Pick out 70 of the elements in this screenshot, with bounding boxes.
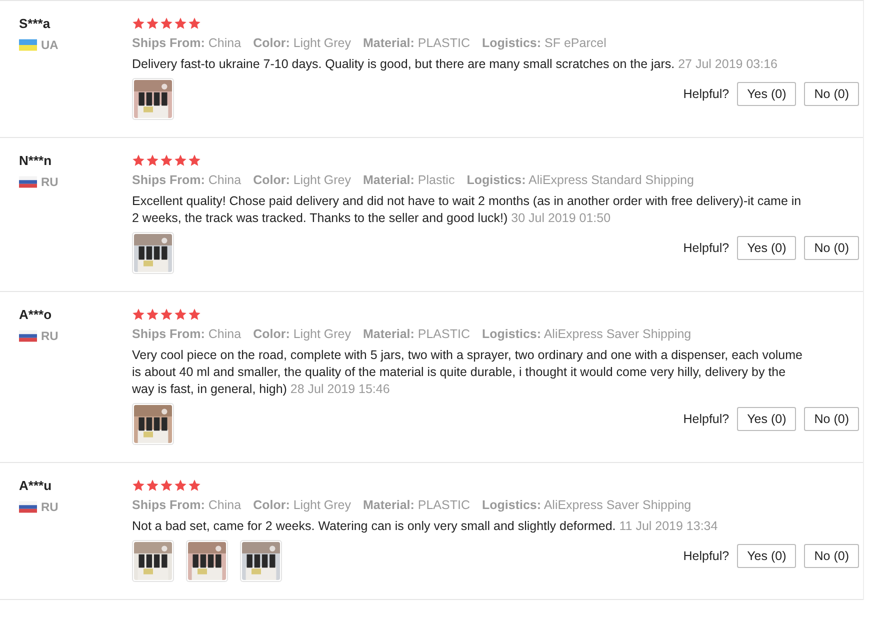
- yes-button[interactable]: Yes (0): [737, 82, 796, 106]
- star-icon: [146, 308, 159, 320]
- star-icon: [132, 154, 145, 166]
- flag-icon: [19, 501, 37, 513]
- star-icon: [174, 308, 187, 320]
- star-icon: [160, 154, 173, 166]
- star-icon: [188, 478, 201, 492]
- country-code: UA: [41, 38, 58, 52]
- yes-button[interactable]: Yes (0): [737, 236, 796, 260]
- review-text: Very cool piece on the road, complete with 5 jars, two with a sprayer, two ordinary and one with a dispenser, each volume is about 40 ml and smaller, the quality of the material is quite durable, i thought it would come very hilly, delivery by the way is fast, in general, high) 28 Jul 2019 15:46: [132, 347, 804, 398]
- country-code: RU: [41, 175, 58, 189]
- attribute-text: Color: Light Grey: [253, 498, 352, 512]
- photo-thumbnail[interactable]: [132, 232, 174, 274]
- photo-thumbnail[interactable]: [132, 78, 174, 120]
- helpful-label: Helpful?: [683, 549, 730, 563]
- attribute-text: Material: PLASTIC: [363, 36, 470, 50]
- attribute-text: Material: Plastic: [363, 173, 455, 187]
- photo-thumbnail[interactable]: [132, 403, 174, 445]
- star-icon: [188, 308, 201, 320]
- attribute-text: Ships From: China: [132, 327, 242, 341]
- helpful-label: Helpful?: [683, 87, 730, 101]
- user-name: S***a: [19, 16, 52, 31]
- star-icon: [174, 154, 187, 166]
- user-name: N***n: [19, 153, 53, 168]
- attribute-text: Logistics: AliExpress Saver Shipping: [482, 498, 692, 512]
- yes-button[interactable]: Yes (0): [737, 544, 796, 568]
- photo-thumbnail[interactable]: [132, 540, 174, 582]
- flag-icon: [19, 176, 37, 188]
- country-code: RU: [41, 329, 58, 343]
- no-button[interactable]: No (0): [804, 407, 859, 431]
- helpful-label: Helpful?: [683, 412, 730, 426]
- star-icon: [132, 308, 145, 320]
- star-icon: [174, 16, 187, 30]
- flag-icon: [19, 39, 37, 51]
- star-icon: [160, 16, 173, 30]
- attribute-text: Material: PLASTIC: [363, 498, 470, 512]
- attribute-text: Color: Light Grey: [253, 327, 352, 341]
- star-icon: [174, 478, 187, 492]
- star-icon: [132, 16, 145, 30]
- helpful-label: Helpful?: [683, 241, 730, 255]
- star-icon: [188, 154, 201, 166]
- attribute-text: Logistics: AliExpress Saver Shipping: [482, 327, 692, 341]
- star-icon: [160, 478, 173, 492]
- attribute-text: Ships From: China: [132, 498, 242, 512]
- star-icon: [188, 16, 201, 30]
- no-button[interactable]: No (0): [804, 544, 859, 568]
- star-icon: [146, 16, 159, 30]
- star-icon: [160, 308, 173, 320]
- star-icon: [146, 154, 159, 166]
- country-code: RU: [41, 500, 58, 514]
- flag-icon: [19, 330, 37, 342]
- user-name: A***u: [19, 478, 53, 493]
- review-text: Not a bad set, came for 2 weeks. Watering can is only very small and slightly deformed. 11 Jul 2019 13:34: [132, 518, 719, 535]
- attribute-text: Material: PLASTIC: [363, 327, 470, 341]
- no-button[interactable]: No (0): [804, 236, 859, 260]
- review-text: Excellent quality! Chose paid delivery and did not have to wait 2 months (as in another order with free delivery)-it came in 2 weeks, the track was tracked. Thanks to the seller and good luck!) 30 Jul 2019 01:50: [132, 193, 802, 227]
- star-icon: [146, 478, 159, 492]
- attribute-text: Logistics: SF eParcel: [482, 36, 606, 50]
- photo-thumbnail[interactable]: [240, 540, 282, 582]
- attribute-text: Color: Light Grey: [253, 36, 352, 50]
- user-name: A***o: [19, 307, 53, 322]
- attribute-text: Logistics: AliExpress Standard Shipping: [466, 173, 694, 187]
- attribute-text: Ships From: China: [132, 173, 242, 187]
- star-icon: [132, 478, 145, 492]
- photo-thumbnail[interactable]: [186, 540, 228, 582]
- attribute-text: Ships From: China: [132, 36, 242, 50]
- attribute-text: Color: Light Grey: [253, 173, 352, 187]
- yes-button[interactable]: Yes (0): [737, 407, 796, 431]
- no-button[interactable]: No (0): [804, 82, 859, 106]
- review-text: Delivery fast-to ukraine 7-10 days. Quality is good, but there are many small scratches on the jars. 27 Jul 2019 03:16: [132, 56, 778, 73]
